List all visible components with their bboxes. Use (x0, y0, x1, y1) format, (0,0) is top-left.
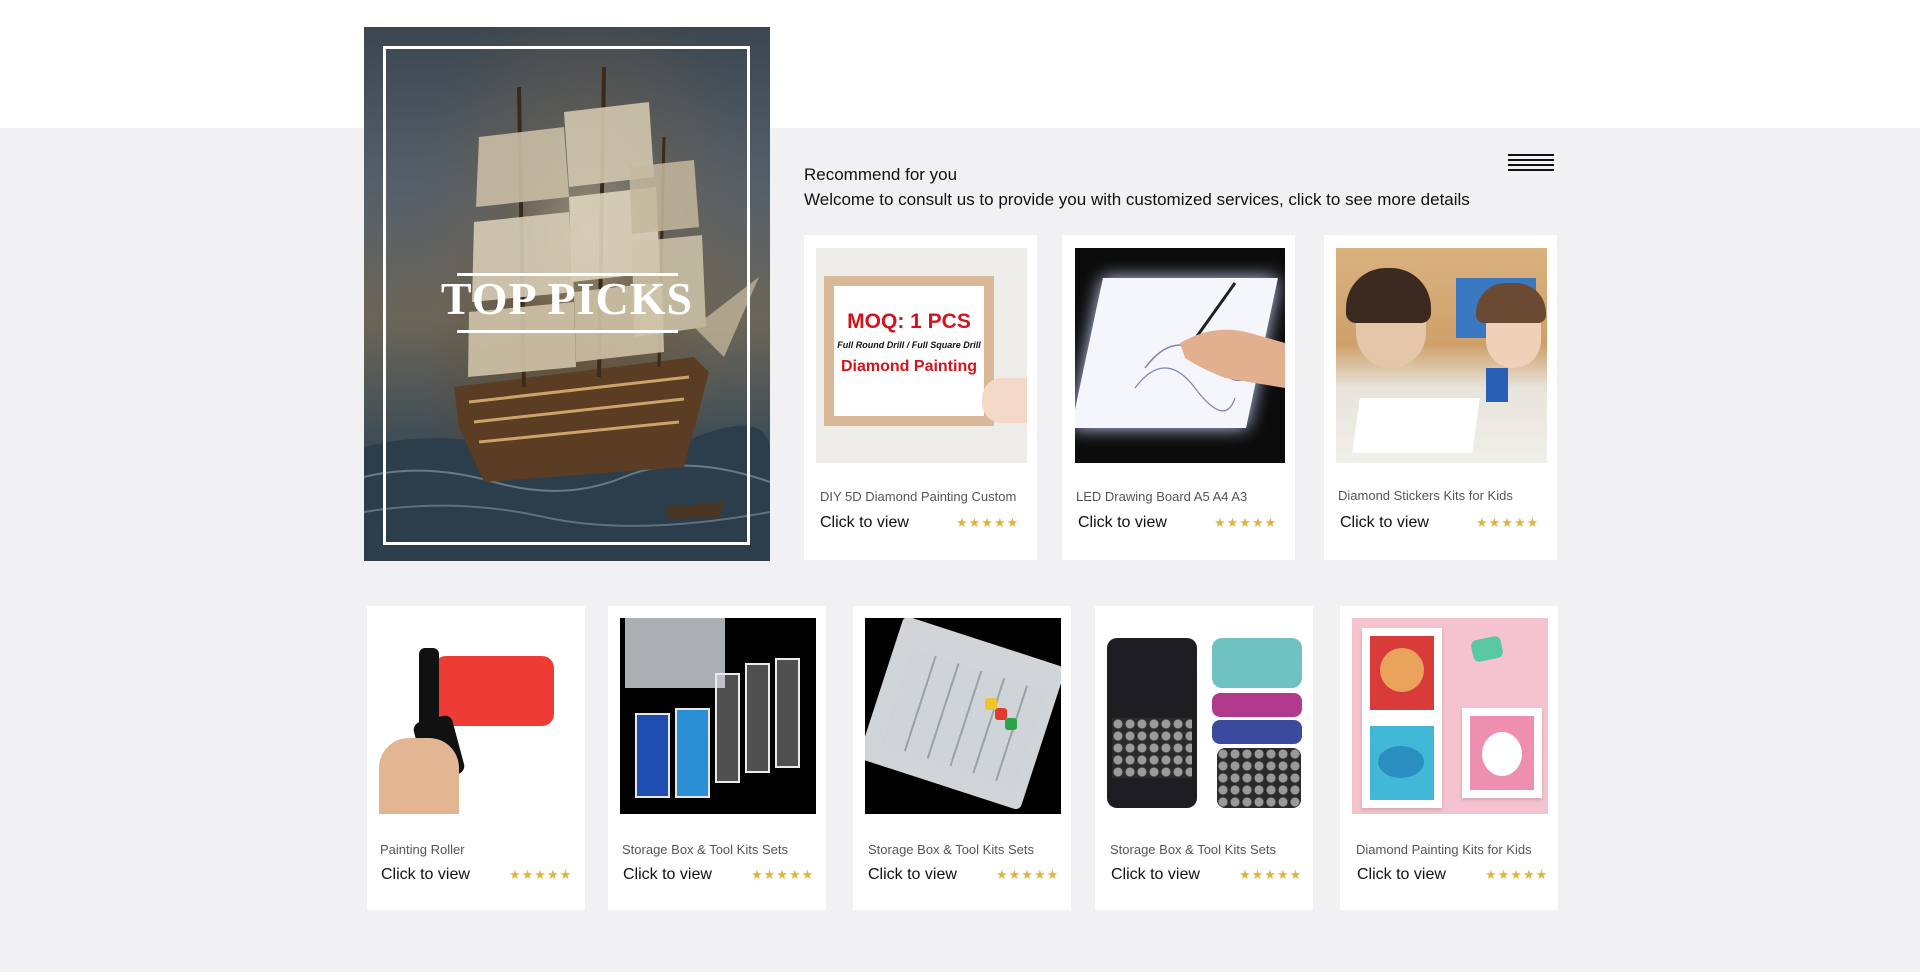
product-name: Diamond Painting Kits for Kids (1356, 842, 1532, 857)
product-image (620, 618, 816, 814)
product-card[interactable]: Storage Box & Tool Kits Sets Click to vi… (1095, 606, 1313, 910)
click-to-view-link[interactable]: Click to view (1111, 866, 1200, 884)
rating-stars: ★★★★★ (1476, 515, 1540, 530)
rating-stars: ★★★★★ (996, 867, 1060, 882)
product-card[interactable]: Painting Roller Click to view ★★★★★ (367, 606, 585, 910)
product-name: DIY 5D Diamond Painting Custom (820, 489, 1017, 504)
click-to-view-link[interactable]: Click to view (381, 866, 470, 884)
rating-stars: ★★★★★ (1485, 867, 1549, 882)
banner-title: TOP PICKS (440, 273, 694, 324)
rating-stars: ★★★★★ (956, 515, 1020, 530)
product-image (1352, 618, 1548, 814)
product-image (865, 618, 1061, 814)
product-name: Painting Roller (380, 842, 465, 857)
menu-icon[interactable] (1508, 154, 1554, 176)
product-name: LED Drawing Board A5 A4 A3 (1076, 489, 1248, 504)
click-to-view-link[interactable]: Click to view (1357, 866, 1446, 884)
product-card[interactable]: Diamond Stickers Kits for Kids Click to … (1324, 235, 1557, 560)
product-card[interactable]: Diamond Painting Kits for Kids Click to … (1340, 606, 1558, 910)
click-to-view-link[interactable]: Click to view (820, 514, 909, 532)
product-name: Storage Box & Tool Kits Sets (622, 842, 788, 857)
click-to-view-link[interactable]: Click to view (1078, 514, 1167, 532)
product-name: Storage Box & Tool Kits Sets (868, 842, 1034, 857)
rating-stars: ★★★★★ (751, 867, 815, 882)
product-image (1075, 248, 1285, 463)
rating-stars: ★★★★★ (1214, 515, 1278, 530)
product-image: MOQ: 1 PCS Full Round Drill / Full Squar… (816, 248, 1027, 463)
product-name: Storage Box & Tool Kits Sets (1110, 842, 1276, 857)
image-caption-drill: Full Round Drill / Full Square Drill (837, 340, 981, 350)
product-card[interactable]: Storage Box & Tool Kits Sets Click to vi… (608, 606, 826, 910)
product-image (379, 618, 575, 814)
product-image (1336, 248, 1547, 463)
top-picks-banner[interactable]: TOP PICKS (364, 27, 770, 561)
section-subtitle[interactable]: Welcome to consult us to provide you wit… (804, 190, 1470, 210)
rating-stars: ★★★★★ (1239, 867, 1303, 882)
title-rule-bottom (457, 330, 678, 333)
product-card[interactable]: LED Drawing Board A5 A4 A3 Click to view… (1062, 235, 1295, 560)
product-card[interactable]: Storage Box & Tool Kits Sets Click to vi… (853, 606, 1071, 910)
section-title: Recommend for you (804, 165, 958, 184)
click-to-view-link[interactable]: Click to view (1340, 514, 1429, 532)
product-card[interactable]: MOQ: 1 PCS Full Round Drill / Full Squar… (804, 235, 1037, 560)
rating-stars: ★★★★★ (509, 867, 573, 882)
product-name: Diamond Stickers Kits for Kids (1338, 488, 1513, 503)
image-caption-moq: MOQ: 1 PCS (847, 310, 971, 333)
image-caption-product: Diamond Painting (841, 358, 977, 375)
click-to-view-link[interactable]: Click to view (623, 866, 712, 884)
product-image (1107, 618, 1303, 814)
click-to-view-link[interactable]: Click to view (868, 866, 957, 884)
